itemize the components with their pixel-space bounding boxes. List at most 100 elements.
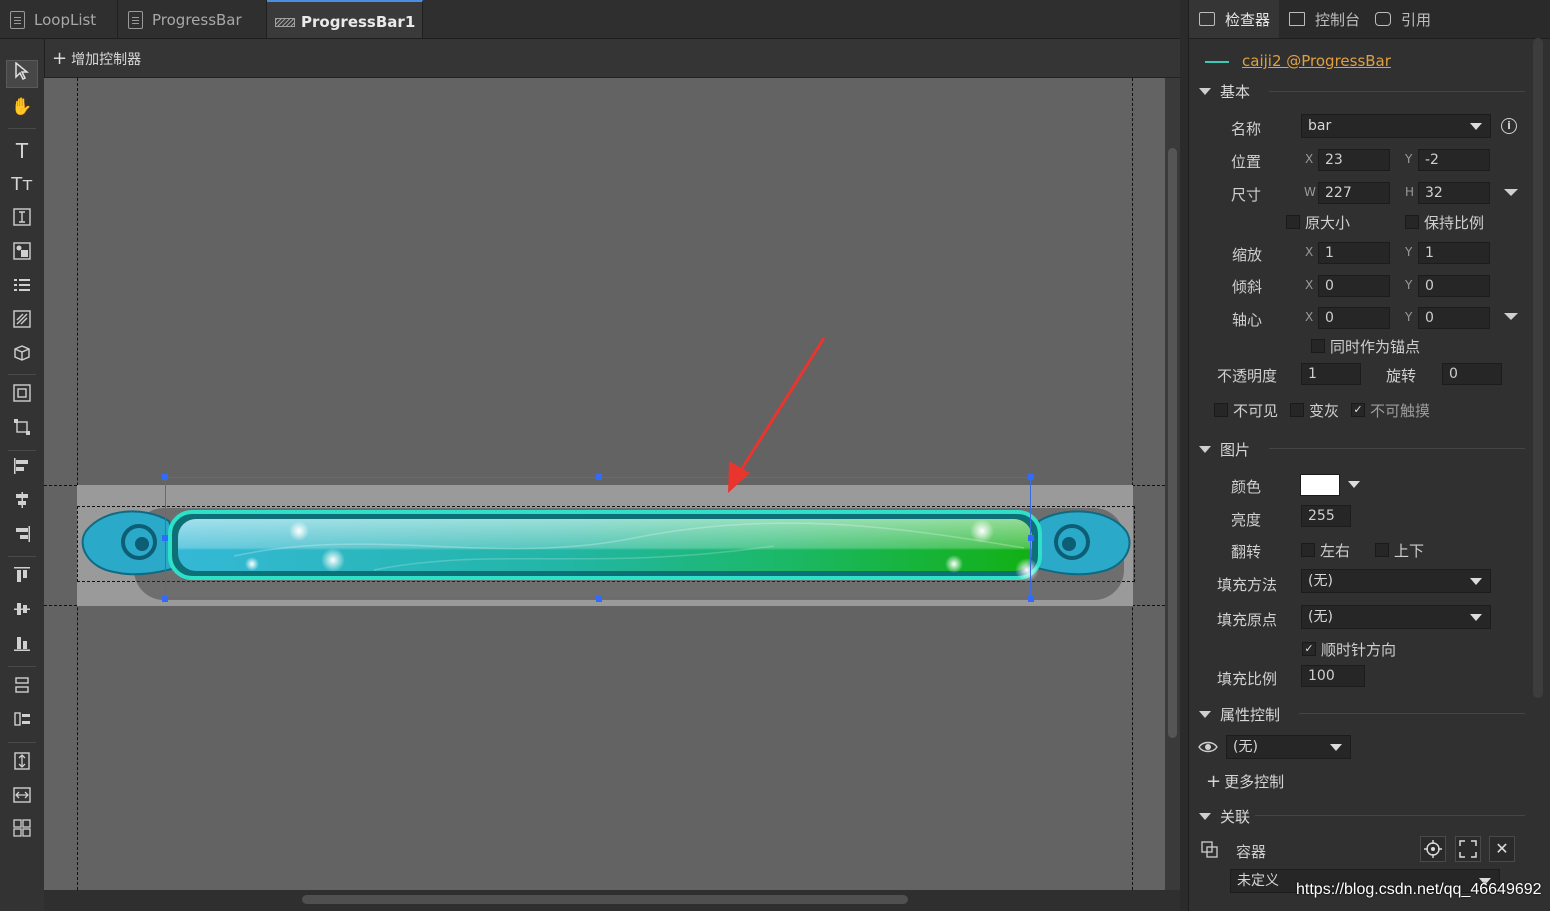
inspector-tab-bar: 检查器 控制台 引用 (1189, 0, 1550, 39)
grid-icon[interactable] (11, 819, 33, 841)
size-w-input[interactable]: 227 (1318, 182, 1390, 204)
original-size-checkbox[interactable] (1286, 215, 1300, 229)
fill-method-select[interactable]: (无) (1301, 569, 1491, 593)
align-left-icon[interactable] (11, 457, 33, 479)
section-basic-header[interactable]: 基本 (1199, 81, 1250, 102)
3d-icon[interactable] (11, 344, 33, 366)
pivot-anchor-checkbox[interactable] (1311, 339, 1325, 353)
object-link[interactable]: caiji2 @ProgressBar (1242, 52, 1391, 70)
info-icon[interactable]: i (1501, 118, 1517, 134)
tool-separator (8, 742, 36, 743)
skew-y-input[interactable]: 0 (1418, 275, 1490, 297)
list-icon[interactable] (11, 276, 33, 298)
design-canvas[interactable] (44, 78, 1165, 890)
document-icon (10, 11, 25, 29)
resize-handle[interactable] (596, 474, 602, 480)
align-hcenter-icon[interactable] (11, 491, 33, 513)
resize-handle[interactable] (596, 596, 602, 602)
tab-reference[interactable]: 引用 (1365, 0, 1441, 38)
text-icon[interactable]: T (11, 140, 33, 162)
close-icon[interactable]: ✕ (1489, 836, 1515, 862)
canvas-horizontal-scrollbar[interactable] (44, 890, 1180, 911)
section-relation-header[interactable]: 关联 (1199, 806, 1250, 827)
container-value: 未定义 (1237, 873, 1279, 889)
keep-ratio-label: 保持比例 (1424, 214, 1485, 232)
fullscreen-icon[interactable] (1455, 836, 1481, 862)
eye-icon[interactable] (1198, 740, 1218, 758)
section-image-header[interactable]: 图片 (1199, 439, 1250, 460)
tab-looplist[interactable]: LoopList (0, 0, 118, 38)
position-x-input[interactable]: 23 (1318, 149, 1390, 171)
scale-y-input[interactable]: 1 (1418, 242, 1490, 264)
pointer-icon[interactable] (6, 60, 38, 88)
more-control-label: 更多控制 (1224, 773, 1285, 791)
same-width-icon[interactable] (11, 786, 33, 808)
property-control-select[interactable]: (无) (1226, 735, 1351, 759)
resize-handle[interactable] (162, 596, 168, 602)
transform-icon[interactable] (11, 418, 33, 440)
skew-x-input[interactable]: 0 (1318, 275, 1390, 297)
size-options-chevron-icon[interactable] (1504, 189, 1518, 196)
invisible-checkbox[interactable] (1214, 403, 1228, 417)
pivot-y-input[interactable]: 0 (1418, 307, 1490, 329)
more-control-button[interactable]: + 更多控制 (1206, 771, 1284, 792)
rotation-label: 旋转 (1386, 367, 1417, 385)
canvas-vertical-scrollbar[interactable] (1165, 78, 1180, 890)
tab-progressbar[interactable]: ProgressBar (118, 0, 267, 38)
untouchable-checkbox[interactable]: ✓ (1351, 403, 1365, 417)
size-h-input[interactable]: 32 (1418, 182, 1490, 204)
align-right-icon[interactable] (11, 525, 33, 547)
pivot-x-input[interactable]: 0 (1318, 307, 1390, 329)
resize-handle[interactable] (1028, 596, 1034, 602)
resize-handle[interactable] (162, 535, 168, 541)
rich-text-icon[interactable]: Tт (11, 174, 33, 196)
align-vcenter-icon[interactable] (11, 600, 33, 622)
add-controller-button[interactable]: + 增加控制器 (52, 48, 141, 69)
chevron-down-icon (1330, 744, 1342, 751)
resize-handle[interactable] (162, 474, 168, 480)
selection-box[interactable] (165, 477, 1031, 598)
distribute-v-icon[interactable] (11, 676, 33, 698)
keep-ratio-checkbox[interactable] (1405, 215, 1419, 229)
grayed-checkbox[interactable] (1290, 403, 1304, 417)
resize-handle[interactable] (1028, 474, 1034, 480)
image-loader-icon[interactable] (11, 242, 33, 264)
watermark-text: https://blog.csdn.net/qq_46649692 (1296, 881, 1542, 898)
tab-inspector[interactable]: 检查器 (1189, 0, 1279, 38)
inspector-scrollbar[interactable] (1533, 38, 1543, 698)
rotation-input[interactable]: 0 (1442, 363, 1502, 385)
color-swatch[interactable] (1300, 474, 1340, 496)
tab-console[interactable]: 控制台 (1279, 0, 1365, 38)
opacity-input[interactable]: 1 (1301, 363, 1361, 385)
name-select[interactable]: bar (1301, 114, 1491, 138)
input-text-icon[interactable] (11, 208, 33, 230)
hand-icon[interactable]: ✋ (11, 96, 33, 118)
resize-handle[interactable] (1028, 535, 1034, 541)
fill-ratio-input[interactable]: 100 (1301, 665, 1365, 687)
brightness-input[interactable]: 255 (1301, 505, 1351, 527)
align-bottom-icon[interactable] (11, 634, 33, 656)
pivot-options-chevron-icon[interactable] (1504, 313, 1518, 320)
original-size-label: 原大小 (1305, 214, 1351, 232)
group-icon[interactable] (11, 384, 33, 406)
clockwise-checkbox[interactable]: ✓ (1302, 642, 1316, 656)
scrollbar-thumb[interactable] (1168, 148, 1177, 738)
tab-progressbar1[interactable]: ProgressBar1 (267, 0, 423, 66)
document-tab-bar: LoopList ProgressBar ProgressBar1 (0, 0, 1180, 66)
align-top-icon[interactable] (11, 566, 33, 588)
scrollbar-thumb[interactable] (302, 895, 908, 904)
flip-ud-checkbox[interactable] (1375, 543, 1389, 557)
tool-separator (8, 666, 36, 667)
flip-lr-checkbox[interactable] (1301, 543, 1315, 557)
section-property-control-header[interactable]: 属性控制 (1199, 704, 1280, 725)
position-y-input[interactable]: -2 (1418, 149, 1490, 171)
chevron-down-icon (1470, 614, 1482, 621)
progress-icon[interactable] (11, 310, 33, 332)
fill-origin-value: (无) (1308, 609, 1333, 625)
distribute-h-icon[interactable] (11, 710, 33, 732)
chevron-down-icon[interactable] (1348, 481, 1360, 488)
same-height-icon[interactable] (11, 752, 33, 774)
fill-origin-select[interactable]: (无) (1301, 605, 1491, 629)
scale-x-input[interactable]: 1 (1318, 242, 1390, 264)
target-icon[interactable] (1420, 836, 1446, 862)
